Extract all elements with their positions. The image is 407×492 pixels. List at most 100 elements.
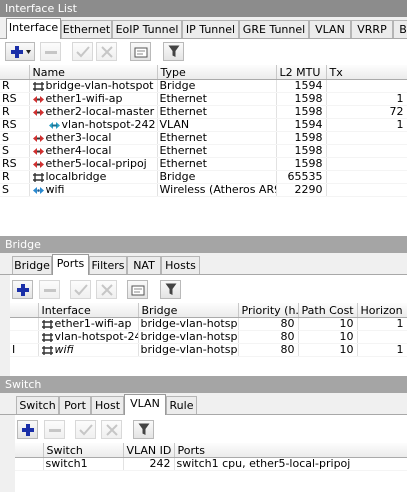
disable-button[interactable]	[96, 42, 117, 61]
col-l2mtu[interactable]: L2 MTU	[276, 65, 327, 80]
table-row[interactable]: ether1-wifi-ap bridge-vlan-hotspot 80 10 1	[10, 317, 407, 331]
col-horizon[interactable]: Horizon	[357, 303, 407, 318]
tab-nat[interactable]: NAT	[127, 256, 161, 274]
flag-cell: R	[0, 105, 30, 119]
bridge-add-button[interactable]	[12, 280, 33, 299]
type-cell-text: Bridge	[159, 170, 196, 183]
table-row[interactable]: switch1 242 switch1 cpu, ether5-local-prip…	[15, 457, 407, 471]
bridge-window: Bridge Bridge Ports Filters NAT Hosts In…	[0, 236, 407, 376]
col-ports[interactable]: Ports	[174, 443, 407, 458]
table-row[interactable]: Swifi Wireless (Atheros AR9... 2290	[0, 183, 407, 197]
mtu-cell-text: 1598	[294, 144, 323, 157]
horizon-cell	[357, 330, 407, 344]
col-priority[interactable]: Priority (h...	[238, 303, 299, 318]
minus-icon	[48, 428, 61, 432]
bridge-port-icon	[41, 345, 54, 356]
ports-cell: switch1 cpu, ether5-local-pripoj	[174, 457, 407, 471]
col-interface[interactable]: Interface	[38, 303, 139, 318]
tab-interface[interactable]: Interface	[6, 18, 61, 39]
path-cost-cell-text: 10	[339, 330, 354, 343]
col-vlan-id[interactable]: VLAN ID	[123, 443, 175, 458]
flag-cell	[10, 317, 39, 331]
type-cell-text: Ethernet	[159, 157, 207, 170]
tab-b[interactable]: B	[393, 20, 407, 38]
horizon-cell: 1	[357, 343, 407, 357]
table-row[interactable]: Rether2-local-master Ethernet 1598 72	[0, 105, 407, 119]
col-type[interactable]: Type	[157, 65, 277, 80]
mtu-cell: 1594	[276, 79, 327, 93]
tab-hosts[interactable]: Hosts	[161, 256, 200, 274]
tab-ip-tunnel[interactable]: IP Tunnel	[182, 20, 239, 38]
table-row[interactable]: Iwifi bridge-vlan-hotspot 80 10 1	[10, 343, 407, 357]
col-flags[interactable]	[15, 443, 44, 458]
flag-cell-text: R	[2, 79, 10, 92]
bridge-cell: bridge-vlan-hotspot	[138, 317, 239, 331]
tab-filters[interactable]: Filters	[89, 256, 127, 274]
remove-button[interactable]	[40, 42, 61, 61]
tab-rule[interactable]: Rule	[166, 396, 197, 414]
vlan-id-cell: 242	[123, 457, 175, 471]
switch-vlan-table: Switch VLAN ID Ports switch1 242 switch1 c…	[15, 443, 407, 471]
tab-port[interactable]: Port	[59, 396, 91, 414]
filter-button[interactable]	[163, 42, 184, 61]
col-flags[interactable]	[10, 303, 39, 318]
tab-host[interactable]: Host	[91, 396, 124, 414]
type-cell-text: Ethernet	[159, 144, 207, 157]
tab-vlan[interactable]: VLAN	[309, 20, 351, 38]
tab-gre-tunnel[interactable]: GRE Tunnel	[239, 20, 309, 38]
interface-cell: wifi	[38, 343, 139, 357]
table-row[interactable]: Rbridge-vlan-hotspot Bridge 1594	[0, 79, 407, 93]
bridge-remove-button[interactable]	[39, 280, 60, 299]
mtu-cell: 2290	[276, 183, 327, 197]
table-row[interactable]: RS vlan-hotspot-242 VLAN 1594 1	[0, 118, 407, 132]
tab-switch[interactable]: Switch	[16, 396, 59, 414]
interface-table: Name Type L2 MTU Tx Rbridge-vlan-hotspot…	[0, 65, 407, 197]
switch-add-button[interactable]	[17, 420, 38, 439]
flag-cell: R	[0, 79, 30, 93]
flag-cell: S	[0, 131, 30, 145]
col-tx[interactable]: Tx	[326, 65, 407, 80]
name-cell: ether4-local	[29, 144, 158, 158]
tab-ethernet[interactable]: Ethernet	[61, 20, 112, 38]
tab-vrrp[interactable]: VRRP	[351, 20, 393, 38]
enable-button[interactable]	[72, 42, 93, 61]
bridge-disable-button[interactable]	[96, 280, 117, 299]
bridge-comment-button[interactable]	[127, 280, 148, 299]
add-button[interactable]	[5, 42, 35, 61]
tab-switch-vlan[interactable]: VLAN	[124, 394, 166, 415]
table-row[interactable]: RS ether5-local-pripoj Ethernet 1598	[0, 157, 407, 171]
flag-cell: I	[10, 343, 39, 357]
col-switch[interactable]: Switch	[43, 443, 124, 458]
name-cell: ether1-wifi-ap	[29, 92, 158, 106]
comment-button[interactable]	[130, 42, 151, 61]
switch-enable-button[interactable]	[75, 420, 96, 439]
path-cost-cell: 10	[298, 317, 358, 331]
bridge-filter-button[interactable]	[160, 280, 181, 299]
tab-bridge[interactable]: Bridge	[12, 256, 52, 274]
switch-title: Switch	[0, 376, 407, 393]
tab-eoip-tunnel[interactable]: EoIP Tunnel	[112, 20, 182, 38]
flag-cell-text: I	[12, 343, 16, 356]
switch-filter-button[interactable]	[133, 420, 154, 439]
flag-cell: R	[0, 170, 30, 184]
table-row[interactable]: Rlocalbridge Bridge 65535	[0, 170, 407, 184]
col-bridge[interactable]: Bridge	[138, 303, 239, 318]
table-row[interactable]: vlan-hotspot-242bridge-vlan-hotspot 80 10	[10, 330, 407, 344]
col-path-cost[interactable]: Path Cost	[298, 303, 358, 318]
col-flags[interactable]	[0, 65, 30, 80]
flag-cell: RS	[0, 157, 30, 171]
table-row[interactable]: RS ether1-wifi-ap Ethernet 1598 1	[0, 92, 407, 106]
bridge-enable-button[interactable]	[70, 280, 91, 299]
table-row[interactable]: Sether4-local Ethernet 1598	[0, 144, 407, 158]
filter-icon	[168, 45, 179, 57]
switch-remove-button[interactable]	[44, 420, 65, 439]
table-row[interactable]: Sether3-local Ethernet 1598	[0, 131, 407, 145]
interface-cell-text: wifi	[54, 343, 74, 356]
horizon-cell-text: 1	[396, 343, 404, 356]
col-name[interactable]: Name	[29, 65, 158, 80]
ports-cell-text: switch1 cpu, ether5-local-pripoj	[176, 457, 351, 470]
tab-ports[interactable]: Ports	[52, 254, 89, 275]
flag-cell: RS	[0, 118, 30, 132]
priority-cell-text: 80	[280, 330, 295, 343]
switch-disable-button[interactable]	[101, 420, 122, 439]
